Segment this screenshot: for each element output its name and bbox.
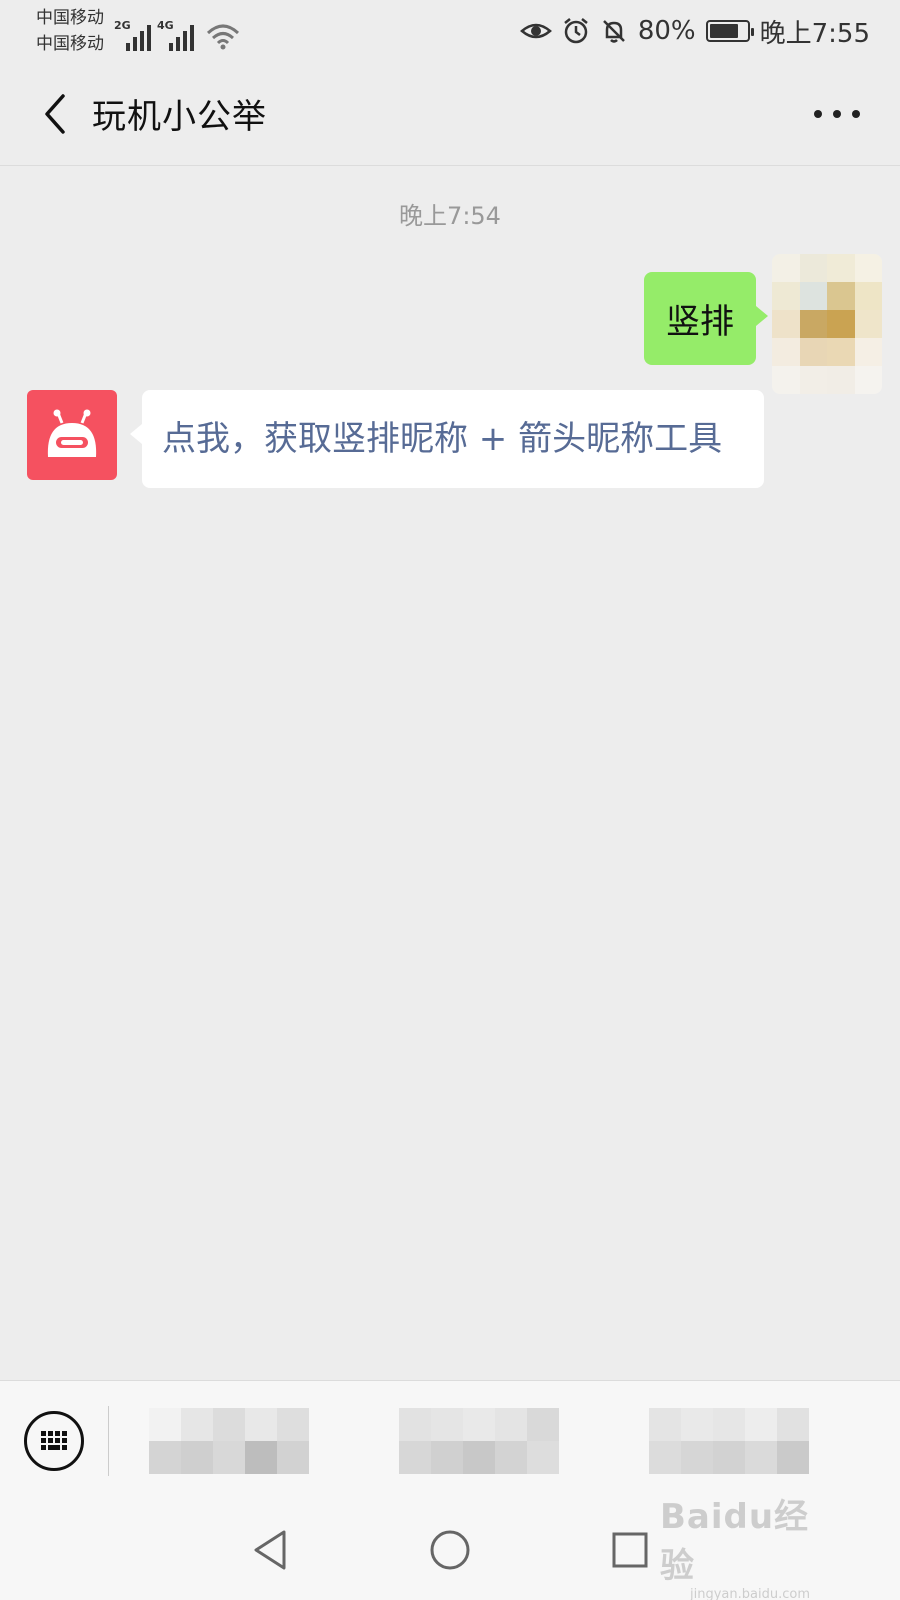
network-type-2: 4G (157, 19, 174, 32)
battery-percent: 80% (637, 16, 696, 46)
battery-fill (709, 24, 739, 38)
message-timestamp: 晚上7:54 (399, 202, 501, 230)
mute-bell-icon (602, 20, 625, 43)
battery-icon (705, 20, 754, 42)
carrier-2-label: 中国移动 (36, 34, 104, 54)
menu-item-2[interactable] (399, 1407, 559, 1474)
received-message-row: 点我，获取竖排昵称 + 箭头昵称工具 (27, 390, 764, 488)
menu-item-1[interactable] (149, 1407, 309, 1474)
carrier-1-label: 中国移动 (36, 8, 104, 28)
eye-icon (519, 23, 552, 39)
nav-back-button[interactable] (245, 1525, 295, 1575)
status-time: 晚上7:55 (759, 18, 870, 49)
menu-item-3[interactable] (649, 1407, 809, 1474)
keyboard-toggle-button[interactable] (24, 1410, 84, 1471)
bot-avatar[interactable] (27, 390, 117, 480)
received-message-link[interactable]: 点我，获取竖排昵称 + 箭头昵称工具 (130, 390, 764, 488)
status-bar: 中国移动 中国移动 2G 4G 80% 晚上7:55 (0, 0, 900, 62)
alarm-icon (564, 18, 588, 44)
back-button[interactable] (24, 84, 84, 144)
more-dot-icon (814, 109, 822, 118)
signal-2-icon: 4G (157, 19, 194, 51)
sent-message-row: 竖排 (644, 254, 882, 394)
watermark-main-text: Baidu经验 (660, 1496, 810, 1586)
more-dot-icon (852, 109, 860, 118)
nav-home-button[interactable] (425, 1525, 475, 1575)
more-options-button[interactable] (814, 99, 860, 129)
chevron-left-icon (45, 93, 65, 134)
status-right: 80% 晚上7:55 (519, 13, 870, 50)
carrier-info: 中国移动 中国移动 (36, 5, 104, 57)
signal-indicators: 2G 4G (114, 11, 240, 51)
sent-message-bubble[interactable]: 竖排 (644, 272, 768, 365)
watermark-sub-text: jingyan.baidu.com (690, 1586, 810, 1600)
user-avatar[interactable] (772, 254, 882, 394)
triangle-back-icon (254, 1530, 286, 1570)
wifi-icon (206, 24, 240, 50)
bottom-menu-bar (0, 1380, 900, 1500)
signal-1-icon: 2G (114, 19, 151, 51)
square-recents-icon (612, 1532, 648, 1568)
baidu-watermark: Baidu经验 jingyan.baidu.com (660, 1497, 840, 1600)
menu-divider (108, 1405, 109, 1476)
chat-header: 玩机小公举 (0, 62, 900, 166)
circle-home-icon (430, 1530, 470, 1570)
nav-recents-button[interactable] (605, 1525, 655, 1575)
robot-icon (47, 409, 97, 457)
keyboard-icon (41, 1431, 67, 1450)
more-dot-icon (833, 109, 841, 118)
network-type-1: 2G (114, 19, 131, 32)
chat-title: 玩机小公举 (92, 97, 267, 137)
